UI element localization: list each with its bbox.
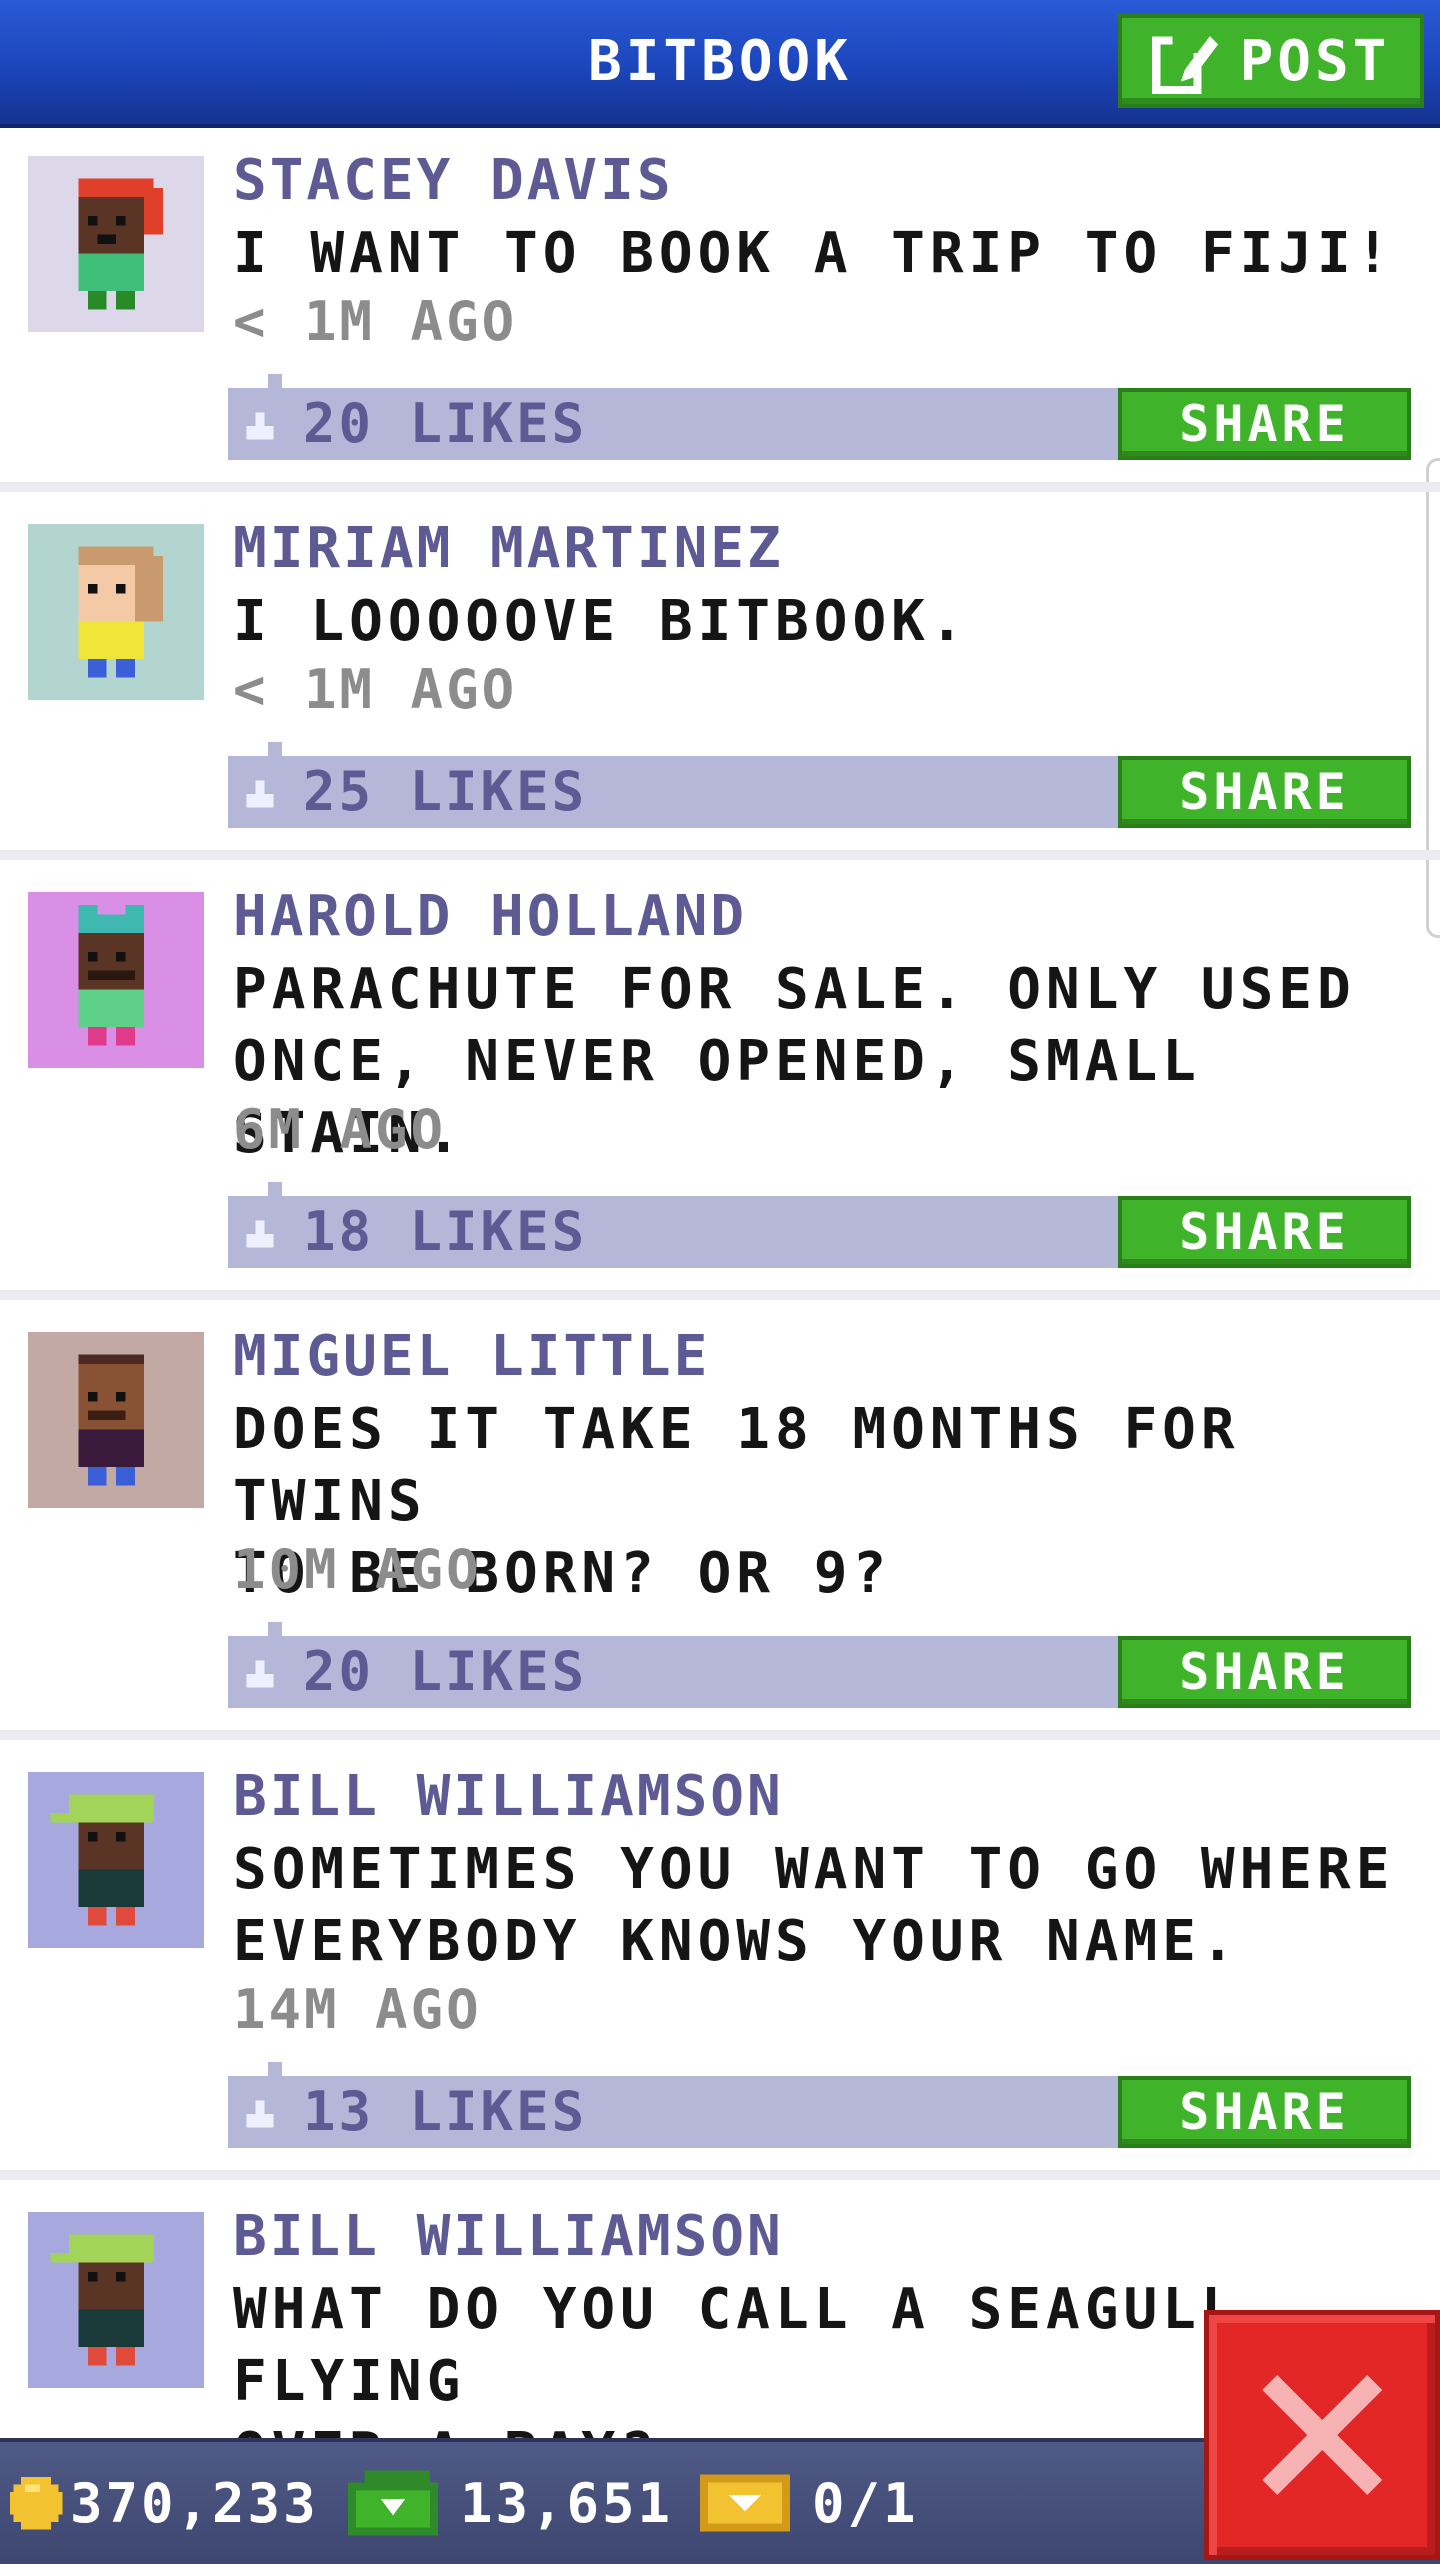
edit-icon xyxy=(1151,32,1218,94)
tickets-stat: 0/1 xyxy=(700,2442,919,2564)
post-time: < 1M AGO xyxy=(233,658,518,721)
avatar[interactable] xyxy=(28,156,204,332)
share-button[interactable]: SHARE xyxy=(1118,388,1411,460)
like-icon xyxy=(246,780,274,808)
avatar[interactable] xyxy=(28,2212,204,2388)
post-button[interactable]: POST xyxy=(1118,14,1424,108)
divider xyxy=(0,482,1440,492)
post-time: 14M AGO xyxy=(233,1978,482,2041)
post-author[interactable]: MIRIAM MARTINEZ xyxy=(233,516,784,581)
avatar[interactable] xyxy=(28,892,204,1068)
avatar-icon xyxy=(78,546,163,678)
like-icon xyxy=(246,1220,274,1248)
avatar-icon xyxy=(78,1354,145,1486)
like-icon xyxy=(246,2100,274,2128)
post-time: 6M AGO xyxy=(233,1098,447,1161)
share-button[interactable]: SHARE xyxy=(1118,1196,1411,1268)
bux-icon xyxy=(348,2470,438,2536)
post-feed[interactable]: STACEY DAVIS I WANT TO BOOK A TRIP TO FI… xyxy=(0,128,1440,2438)
post-message: I WANT TO BOOK A TRIP TO FIJI! xyxy=(233,221,1395,286)
divider xyxy=(0,2170,1440,2180)
likes-count: 25 LIKES xyxy=(303,760,588,823)
likes-count: 13 LIKES xyxy=(303,2080,588,2143)
bux-stat: 13,651 xyxy=(348,2442,673,2564)
likes-count: 18 LIKES xyxy=(303,1200,588,1263)
likes-bar[interactable]: 18 LIKES SHARE xyxy=(228,1182,1411,1268)
post-author[interactable]: BILL WILLIAMSON xyxy=(233,2204,784,2269)
post-author[interactable]: STACEY DAVIS xyxy=(233,148,674,213)
share-button[interactable]: SHARE xyxy=(1118,1636,1411,1708)
avatar[interactable] xyxy=(28,1332,204,1508)
avatar-icon xyxy=(50,1794,154,1926)
likes-bar[interactable]: 20 LIKES SHARE xyxy=(228,374,1411,460)
likes-count: 20 LIKES xyxy=(303,392,588,455)
avatar-icon xyxy=(78,905,145,1046)
likes-bar[interactable]: 25 LIKES SHARE xyxy=(228,742,1411,828)
coin-icon xyxy=(9,2476,63,2530)
post-message: I LOOOOOVE BITBOOK. xyxy=(233,589,969,654)
likes-bar[interactable]: 20 LIKES SHARE xyxy=(228,1622,1411,1708)
share-button[interactable]: SHARE xyxy=(1118,2076,1411,2148)
bux-value: 13,651 xyxy=(460,2471,674,2535)
post-message: SOMETIMES YOU WANT TO GO WHERE EVERYBODY … xyxy=(233,1837,1395,1974)
avatar-icon xyxy=(78,178,163,310)
post-author[interactable]: BILL WILLIAMSON xyxy=(233,1764,784,1829)
coins-value: 370,233 xyxy=(70,2471,319,2535)
divider xyxy=(0,1730,1440,1740)
divider xyxy=(0,850,1440,860)
close-button[interactable] xyxy=(1204,2310,1440,2560)
post-author[interactable]: MIGUEL LITTLE xyxy=(233,1324,710,1389)
divider xyxy=(0,1290,1440,1300)
app-header: BITBOOK POST xyxy=(0,0,1440,128)
share-button[interactable]: SHARE xyxy=(1118,756,1411,828)
likes-bar[interactable]: 13 LIKES SHARE xyxy=(228,2062,1411,2148)
post-time: < 1M AGO xyxy=(233,290,518,353)
ticket-icon xyxy=(700,2474,790,2532)
close-icon xyxy=(1262,2375,1382,2495)
coins-stat: 370,233 xyxy=(6,2442,319,2564)
avatar[interactable] xyxy=(28,1772,204,1948)
like-icon xyxy=(246,412,274,440)
avatar[interactable] xyxy=(28,524,204,700)
post-author[interactable]: HAROLD HOLLAND xyxy=(233,884,747,949)
likes-count: 20 LIKES xyxy=(303,1640,588,1703)
like-icon xyxy=(246,1660,274,1688)
tickets-value: 0/1 xyxy=(812,2471,919,2535)
scrollbar[interactable] xyxy=(1426,458,1440,938)
post-time: 10M AGO xyxy=(233,1538,482,1601)
post-button-label: POST xyxy=(1239,28,1391,94)
avatar-icon xyxy=(50,2234,154,2366)
